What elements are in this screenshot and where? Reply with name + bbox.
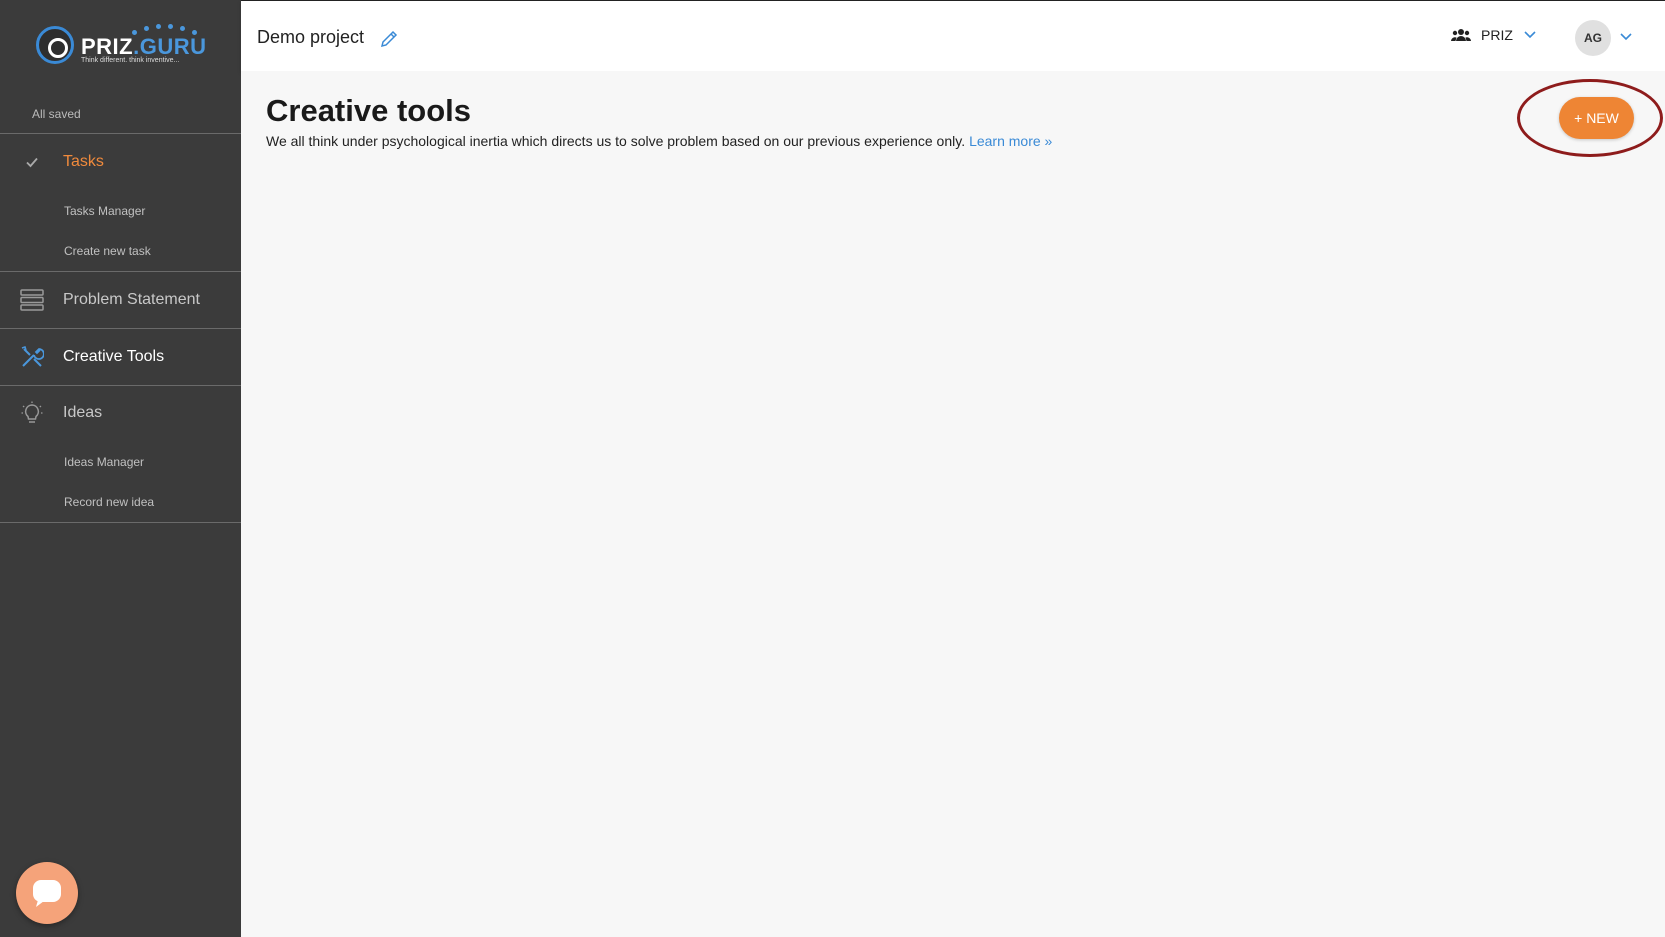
sidebar-divider [0, 328, 241, 329]
sidebar-item-creative-tools[interactable]: Creative Tools [0, 337, 241, 377]
sidebar-item-label: Creative Tools [63, 348, 165, 365]
avatar[interactable]: AG [1575, 20, 1611, 56]
sidebar-item-ideas[interactable]: Ideas [0, 393, 241, 433]
team-icon [1451, 29, 1471, 41]
sidebar-subitem-record-new-idea[interactable]: Record new idea [64, 495, 154, 509]
sidebar-divider [0, 385, 241, 386]
top-bar: Demo project PRIZ AG [241, 0, 1665, 71]
logo-dots [132, 24, 212, 35]
learn-more-link[interactable]: Learn more » [969, 133, 1052, 149]
project-title: Demo project [257, 27, 365, 47]
chevron-down-icon[interactable] [1619, 29, 1633, 47]
logo-tagline: Think different. think inventive... [81, 57, 180, 64]
sidebar-item-label: Ideas [63, 404, 103, 421]
logo-eye-icon [36, 26, 74, 64]
sidebar-subitem-create-new-task[interactable]: Create new task [64, 244, 151, 258]
sidebar-item-problem-statement[interactable]: Problem Statement [0, 280, 241, 320]
description-text: We all think under psychological inertia… [266, 133, 966, 149]
chat-button[interactable] [16, 862, 78, 924]
list-icon [20, 288, 44, 312]
sidebar-divider [0, 133, 241, 134]
save-status: All saved [32, 107, 81, 121]
pencil-icon[interactable] [379, 29, 399, 49]
lightbulb-icon [20, 401, 44, 425]
main-content: Creative tools We all think under psycho… [241, 71, 1665, 937]
check-icon [20, 150, 44, 174]
sidebar-divider [0, 271, 241, 272]
sidebar-subitem-tasks-manager[interactable]: Tasks Manager [64, 204, 145, 218]
team-label: PRIZ [1481, 27, 1513, 43]
app-window: PRIZ.GURU Think different. think inventi… [0, 0, 1665, 937]
sidebar: PRIZ.GURU Think different. think inventi… [0, 0, 241, 937]
sidebar-item-label: Problem Statement [63, 291, 200, 308]
highlight-annotation [1517, 79, 1663, 157]
chat-icon [33, 880, 61, 907]
sidebar-item-label: Tasks [63, 153, 104, 170]
sidebar-item-tasks[interactable]: Tasks [0, 142, 241, 182]
tools-icon [20, 345, 44, 369]
logo[interactable]: PRIZ.GURU Think different. think inventi… [36, 22, 216, 72]
team-switcher[interactable]: PRIZ [1451, 27, 1537, 43]
sidebar-divider [0, 522, 241, 523]
sidebar-subitem-ideas-manager[interactable]: Ideas Manager [64, 455, 144, 469]
page-title: Creative tools [266, 93, 472, 128]
chevron-down-icon [1524, 31, 1536, 39]
page-description: We all think under psychological inertia… [266, 133, 1052, 149]
